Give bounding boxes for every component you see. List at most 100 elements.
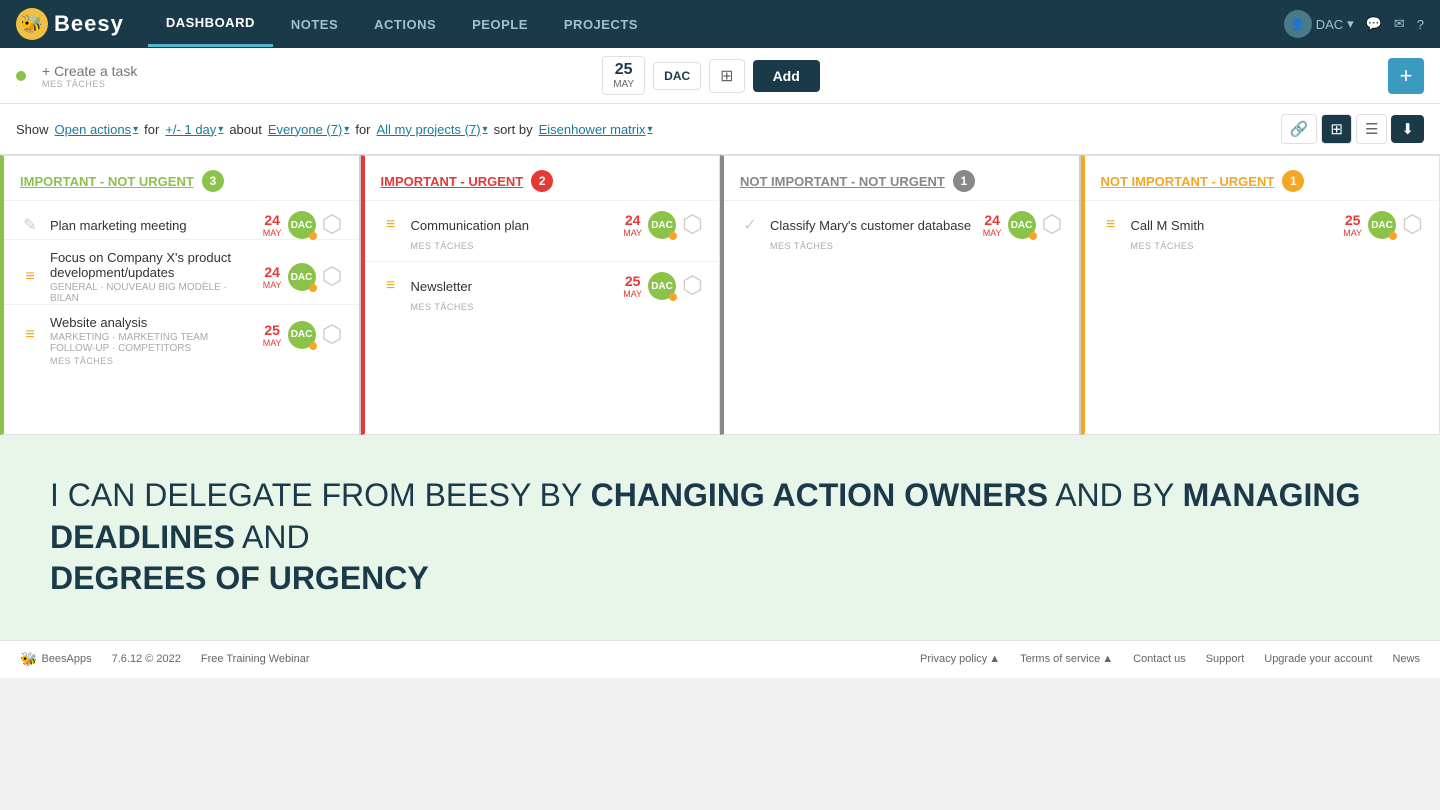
- task-name[interactable]: Focus on Company X's product development…: [50, 250, 253, 280]
- task-avatar: DAC: [648, 211, 676, 239]
- q2-title[interactable]: IMPORTANT - URGENT: [381, 174, 524, 189]
- promo-bold-3: DEGREES OF URGENCY: [50, 560, 429, 596]
- add-button[interactable]: Add: [753, 60, 820, 92]
- footer-logo: 🐝 BeesApps: [20, 651, 92, 668]
- task-info: Newsletter: [411, 279, 614, 294]
- promo-bold-1: CHANGING ACTION OWNERS: [591, 477, 1048, 513]
- task-date-day: 24: [625, 212, 641, 228]
- footer-privacy-link[interactable]: Privacy policy ▲: [920, 653, 1000, 665]
- promo-normal-3: AND: [235, 519, 310, 555]
- task-priority-icon: ✎: [20, 215, 40, 235]
- q3-title[interactable]: NOT IMPORTANT - NOT URGENT: [740, 174, 945, 189]
- task-avatar: DAC: [1368, 211, 1396, 239]
- task-info: Website analysis MARKETING · MARKETING T…: [50, 315, 253, 354]
- link-view-button[interactable]: 🔗: [1281, 114, 1318, 144]
- nav-right: 👤 DAC ▾ 💬 ✉ ?: [1284, 10, 1424, 38]
- hex-icon: ⬡: [322, 213, 343, 237]
- task-date-day: 25: [1345, 212, 1361, 228]
- list-view-button[interactable]: ☰: [1356, 114, 1387, 144]
- task-name[interactable]: Classify Mary's customer database: [770, 218, 973, 233]
- task-row-plan-marketing: ✎ Plan marketing meeting 24 MAY DAC ⬡: [4, 201, 359, 239]
- footer-version: 7.6.12 © 2022: [112, 653, 181, 665]
- everyone-filter[interactable]: Everyone (7) ▾: [268, 122, 349, 137]
- table-row: ≡ Website analysis MARKETING · MARKETING…: [4, 304, 359, 376]
- task-name[interactable]: Website analysis: [50, 315, 253, 330]
- q2-header: IMPORTANT - URGENT 2: [365, 156, 720, 201]
- status-dot: [16, 71, 26, 81]
- hex-icon: ⬡: [1402, 213, 1423, 237]
- task-check-icon: ✓: [740, 215, 760, 235]
- plusminus-day-filter[interactable]: +/- 1 day ▾: [165, 122, 223, 137]
- task-date-month: MAY: [1343, 228, 1362, 238]
- hex-icon: ⬡: [682, 213, 703, 237]
- task-name[interactable]: Plan marketing meeting: [50, 218, 253, 233]
- footer-support-link[interactable]: Support: [1206, 653, 1245, 665]
- mes-taches-tag: MES TÂCHES: [4, 354, 359, 376]
- q3-task-list: ✓ Classify Mary's customer database 24 M…: [724, 201, 1079, 261]
- grid-view-button[interactable]: ⊞: [709, 59, 744, 93]
- task-date-month: MAY: [983, 228, 1002, 238]
- nav-people[interactable]: PEOPLE: [454, 3, 546, 46]
- q3-header: NOT IMPORTANT - NOT URGENT 1: [724, 156, 1079, 201]
- plus-button[interactable]: +: [1388, 58, 1424, 94]
- q4-task-list: ≡ Call M Smith 25 MAY DAC ⬡: [1085, 201, 1440, 261]
- user-badge[interactable]: DAC: [653, 62, 701, 90]
- q1-title[interactable]: IMPORTANT - NOT URGENT: [20, 174, 194, 189]
- promo-normal-2: AND BY: [1048, 477, 1183, 513]
- table-row: ≡ Focus on Company X's product developme…: [4, 239, 359, 304]
- top-navigation: 🐝 Beesy DASHBOARD NOTES ACTIONS PEOPLE P…: [0, 0, 1440, 48]
- sort-by-label: sort by: [494, 122, 533, 137]
- footer-logo-text: BeesApps: [41, 653, 91, 665]
- task-priority-icon: ≡: [381, 277, 401, 295]
- nav-notes[interactable]: NOTES: [273, 3, 356, 46]
- matrix-row-2: NOT IMPORTANT - NOT URGENT 1 ✓ Classify …: [720, 155, 1440, 435]
- footer-upgrade-link[interactable]: Upgrade your account: [1264, 653, 1372, 665]
- task-date-day: 24: [264, 212, 280, 228]
- task-info: Plan marketing meeting: [50, 218, 253, 233]
- q2-task-list: ≡ Communication plan 24 MAY DAC ⬡: [365, 201, 720, 322]
- nav-dashboard[interactable]: DASHBOARD: [148, 1, 273, 47]
- nav-mail[interactable]: ✉: [1394, 16, 1405, 32]
- task-name[interactable]: Call M Smith: [1131, 218, 1334, 233]
- open-actions-filter[interactable]: Open actions ▾: [55, 122, 139, 137]
- task-name[interactable]: Communication plan: [411, 218, 614, 233]
- for-label: for: [144, 122, 159, 137]
- footer-training-link[interactable]: Free Training Webinar: [201, 653, 310, 665]
- download-button[interactable]: ⬇: [1391, 115, 1424, 143]
- all-projects-filter[interactable]: All my projects (7) ▾: [377, 122, 488, 137]
- task-avatar: DAC: [288, 321, 316, 349]
- nav-projects[interactable]: PROJECTS: [546, 3, 656, 46]
- nav-actions[interactable]: ACTIONS: [356, 3, 454, 46]
- q2-badge: 2: [531, 170, 553, 192]
- footer-terms-link[interactable]: Terms of service ▲: [1020, 653, 1113, 665]
- footer-news-link[interactable]: News: [1392, 653, 1420, 665]
- for2-label: for: [355, 122, 370, 137]
- nav-help[interactable]: ?: [1417, 17, 1424, 32]
- quadrant-important-urgent: IMPORTANT - URGENT 2 ≡ Communication pla…: [361, 155, 721, 435]
- hex-icon: ⬡: [1042, 213, 1063, 237]
- create-task-input[interactable]: [42, 63, 594, 79]
- eisenhower-filter[interactable]: Eisenhower matrix ▾: [539, 122, 653, 137]
- task-row-classify: ✓ Classify Mary's customer database 24 M…: [724, 201, 1079, 239]
- q4-title[interactable]: NOT IMPORTANT - URGENT: [1101, 174, 1275, 189]
- date-badge[interactable]: 25 MAY: [602, 56, 645, 95]
- task-name[interactable]: Newsletter: [411, 279, 614, 294]
- task-info: Call M Smith: [1131, 218, 1334, 233]
- toolbar: MES TÂCHES 25 MAY DAC ⊞ Add +: [0, 48, 1440, 104]
- eisenhower-matrix: IMPORTANT - NOT URGENT 3 ✎ Plan marketin…: [0, 155, 1440, 435]
- nav-user[interactable]: 👤 DAC ▾: [1284, 10, 1354, 38]
- grid-view-button[interactable]: ⊞: [1321, 114, 1352, 144]
- task-date-day: 24: [984, 212, 1000, 228]
- view-toggle-group: 🔗 ⊞ ☰ ⬇: [1281, 114, 1424, 144]
- mes-taches-tag: MES TÂCHES: [1085, 239, 1440, 261]
- q1-badge: 3: [202, 170, 224, 192]
- logo[interactable]: 🐝 Beesy: [16, 8, 124, 40]
- task-avatar: DAC: [288, 211, 316, 239]
- task-row-call: ≡ Call M Smith 25 MAY DAC ⬡: [1085, 201, 1440, 239]
- task-row-focus: ≡ Focus on Company X's product developme…: [4, 240, 359, 304]
- nav-chat[interactable]: 💬: [1366, 16, 1382, 32]
- footer-contact-link[interactable]: Contact us: [1133, 653, 1186, 665]
- footer-right: Privacy policy ▲ Terms of service ▲ Cont…: [920, 653, 1420, 665]
- footer: 🐝 BeesApps 7.6.12 © 2022 Free Training W…: [0, 640, 1440, 678]
- task-meta: 25 MAY DAC ⬡: [623, 272, 703, 300]
